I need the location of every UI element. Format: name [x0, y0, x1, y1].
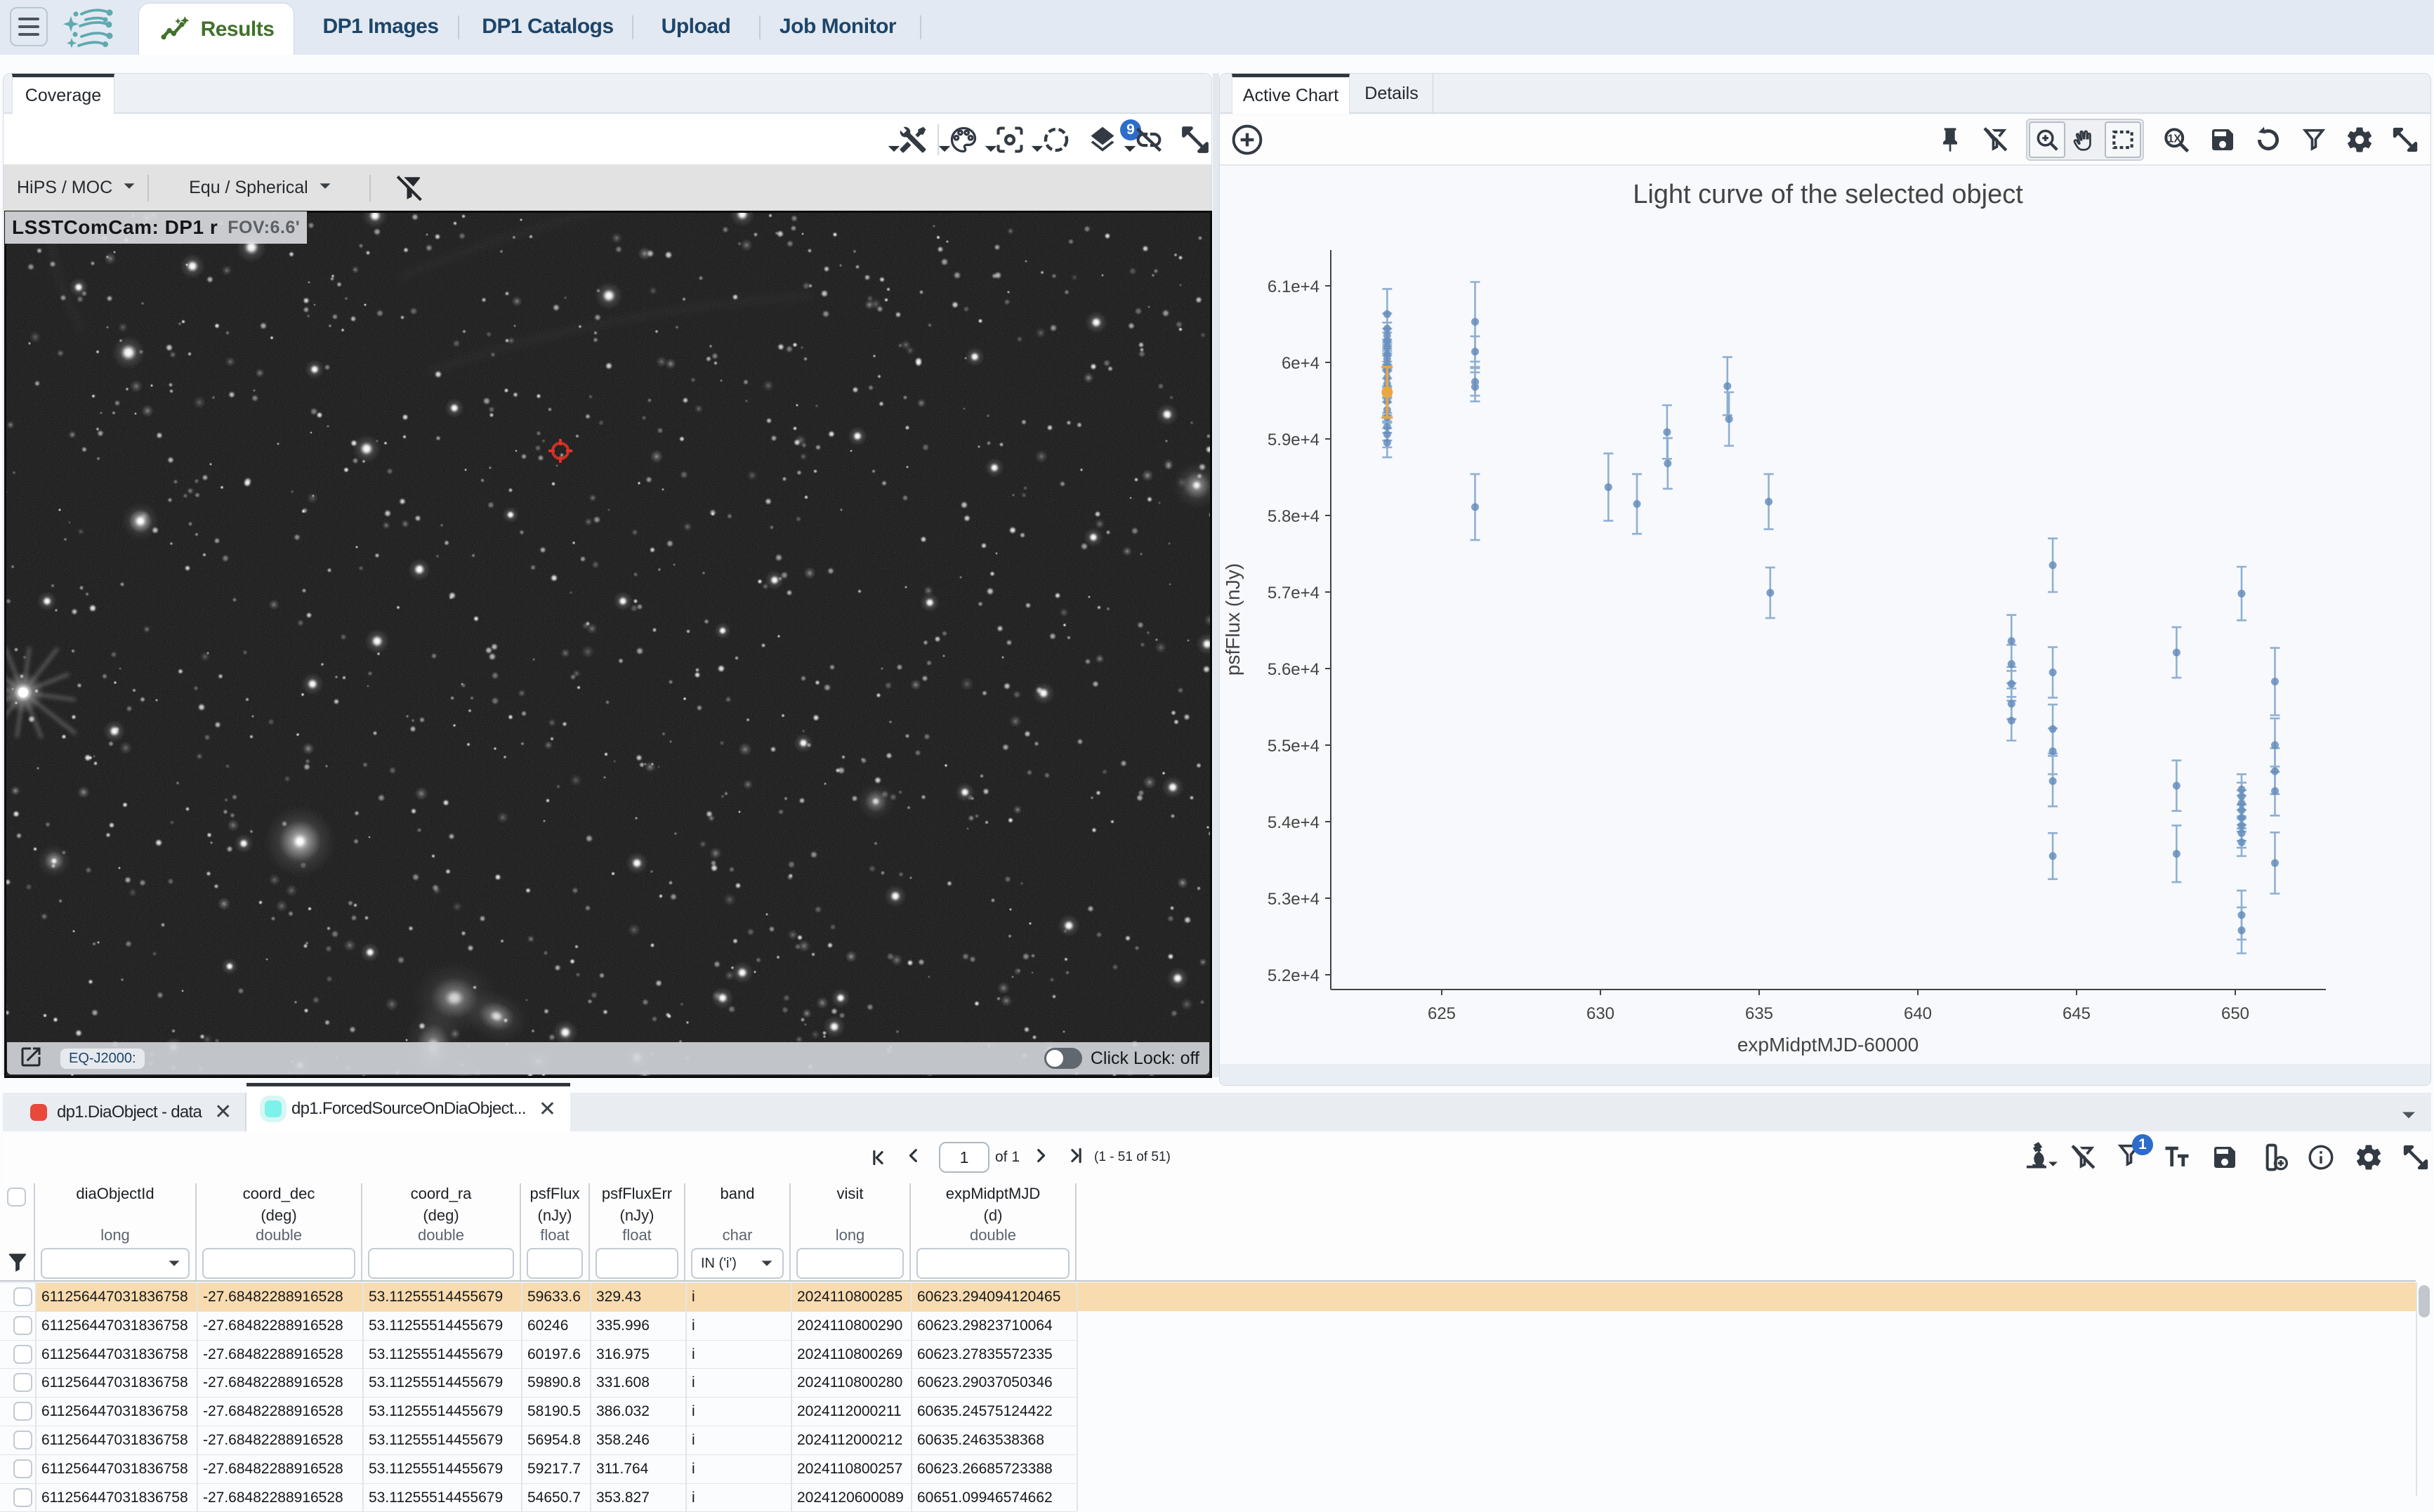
svg-text:5.4e+4: 5.4e+4	[1268, 813, 1320, 832]
svg-text:635: 635	[1745, 1004, 1773, 1023]
svg-text:5.7e+4: 5.7e+4	[1268, 584, 1320, 603]
svg-text:5.6e+4: 5.6e+4	[1268, 660, 1320, 679]
svg-text:5.9e+4: 5.9e+4	[1268, 430, 1320, 449]
svg-text:5.8e+4: 5.8e+4	[1268, 507, 1320, 526]
svg-text:6.1e+4: 6.1e+4	[1268, 277, 1320, 296]
svg-text:630: 630	[1586, 1004, 1614, 1023]
svg-text:6e+4: 6e+4	[1282, 354, 1320, 373]
svg-text:645: 645	[2063, 1004, 2091, 1023]
svg-text:5.2e+4: 5.2e+4	[1268, 966, 1320, 985]
svg-text:Light curve of the selected ob: Light curve of the selected object	[1633, 180, 2023, 209]
svg-text:1X: 1X	[2168, 133, 2182, 145]
svg-text:expMidptMJD-60000: expMidptMJD-60000	[1737, 1034, 1919, 1056]
svg-text:5.5e+4: 5.5e+4	[1268, 737, 1320, 756]
svg-text:650: 650	[2221, 1004, 2249, 1023]
svg-text:640: 640	[1904, 1004, 1932, 1023]
svg-text:5.3e+4: 5.3e+4	[1268, 890, 1320, 909]
svg-text:psfFlux (nJy): psfFlux (nJy)	[1222, 563, 1244, 676]
svg-text:625: 625	[1428, 1004, 1456, 1023]
